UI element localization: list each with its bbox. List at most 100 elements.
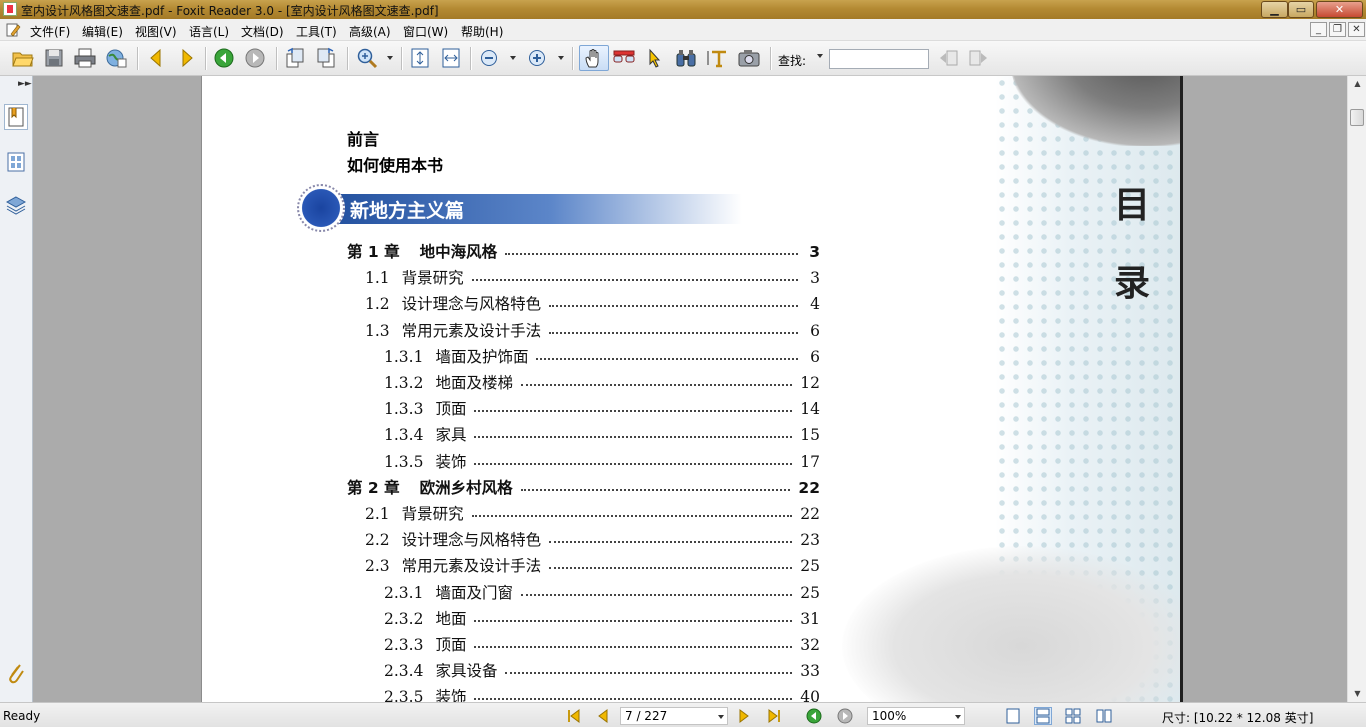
status-back-button[interactable] [805, 707, 823, 725]
status-text: Ready [3, 709, 41, 723]
menu-language[interactable]: 语言(L) [189, 23, 229, 40]
mdi-close-button[interactable]: ✕ [1348, 22, 1365, 37]
toc-entry-number: 2.3.1 [384, 583, 424, 602]
select-text-button[interactable] [611, 45, 637, 71]
toc-entry[interactable]: 第 1 章 地中海风格 3 [347, 240, 820, 262]
toc-entry-title: 装饰 [435, 452, 467, 471]
find-input[interactable] [829, 49, 929, 69]
previous-page-icon [598, 709, 608, 723]
window-title: 室内设计风格图文速查.pdf - Foxit Reader 3.0 - [室内设… [21, 4, 439, 18]
toc-how-to-use: 如何使用本书 [347, 156, 444, 175]
toc-entry-page: 17 [800, 452, 820, 471]
facing-continuous-button[interactable] [1064, 707, 1082, 725]
snapshot-button[interactable] [736, 45, 762, 71]
attachments-tab[interactable] [4, 660, 28, 686]
close-button[interactable]: ✕ [1316, 1, 1363, 18]
menu-tools[interactable]: 工具(T) [296, 23, 337, 40]
toc-entry[interactable]: 1.3.1 墙面及护饰面 6 [384, 345, 820, 367]
rotate-right-button[interactable] [313, 45, 339, 71]
previous-button[interactable] [143, 45, 169, 71]
bookmark-icon [8, 107, 24, 127]
find-tool-button[interactable] [673, 45, 699, 71]
cursor-arrow-icon [649, 48, 661, 68]
zoom-out-dropdown[interactable] [510, 56, 516, 60]
menu-help[interactable]: 帮助(H) [461, 23, 503, 40]
toc-entry-title: 装饰 [435, 688, 467, 702]
page-number-field[interactable]: 7 / 227 [620, 707, 728, 725]
vertical-scrollbar[interactable]: ▲ ▼ [1347, 76, 1366, 702]
toc-entry[interactable]: 1.1 背景研究 3 [365, 266, 820, 288]
menu-edit[interactable]: 编辑(E) [82, 23, 123, 40]
menu-window[interactable]: 窗口(W) [403, 23, 448, 40]
hand-tool-button[interactable] [579, 45, 609, 71]
minus-circle-icon [481, 50, 497, 66]
toc-entry[interactable]: 2.3 常用元素及设计手法 25 [365, 554, 820, 576]
bookmarks-tab[interactable] [4, 104, 28, 130]
toc-entry[interactable]: 2.3.2 地面 31 [384, 607, 820, 629]
web-button[interactable] [103, 45, 129, 71]
last-page-button[interactable] [765, 707, 783, 725]
open-button[interactable] [10, 45, 36, 71]
find-options-dropdown[interactable] [817, 54, 823, 58]
minimize-button[interactable]: ▁ [1261, 1, 1288, 18]
find-previous-button[interactable] [935, 45, 961, 71]
toc-entry[interactable]: 2.3.4 家具设备 33 [384, 659, 820, 681]
menu-file[interactable]: 文件(F) [30, 23, 70, 40]
toc-entry[interactable]: 1.3.2 地面及楼梯 12 [384, 371, 820, 393]
status-forward-button[interactable] [836, 707, 854, 725]
next-button[interactable] [174, 45, 200, 71]
toc-entry[interactable]: 1.3.5 装饰 17 [384, 450, 820, 472]
find-next-button[interactable] [966, 45, 992, 71]
rotate-left-button[interactable] [282, 45, 308, 71]
menu-advanced[interactable]: 高级(A) [349, 23, 391, 40]
toc-entry[interactable]: 2.3.3 顶面 32 [384, 633, 820, 655]
mdi-minimize-button[interactable]: _ [1310, 22, 1327, 37]
zoom-tool-button[interactable] [354, 45, 380, 71]
toc-entry-leader [474, 462, 793, 465]
document-viewer[interactable]: 目 录 前言 如何使用本书 新地方主义篇 第 1 章 地中海风格 3 1.1 背景研究 3… [34, 76, 1347, 702]
forward-circle-icon [245, 48, 265, 68]
toc-entry[interactable]: 第 2 章欧洲乡村风格 22 [347, 476, 820, 498]
typewriter-button[interactable] [705, 45, 731, 71]
menu-view[interactable]: 视图(V) [135, 23, 177, 40]
maximize-button[interactable]: ▭ [1288, 1, 1314, 18]
facing-page-button[interactable] [1095, 707, 1113, 725]
save-button[interactable] [41, 45, 67, 71]
scroll-up-icon[interactable]: ▲ [1348, 76, 1366, 92]
single-page-button[interactable] [1004, 707, 1022, 725]
zoom-in-button[interactable] [524, 45, 550, 71]
toc-entry[interactable]: 2.3.5 装饰 40 [384, 685, 820, 702]
fit-width-button[interactable] [438, 45, 464, 71]
page-number-dropdown[interactable] [718, 715, 724, 719]
layers-tab[interactable] [4, 192, 28, 218]
select-cursor-button[interactable] [642, 45, 668, 71]
toc-entry[interactable]: 1.3.3 顶面 14 [384, 397, 820, 419]
toc-entry[interactable]: 1.3 常用元素及设计手法 6 [365, 319, 820, 341]
side-title-char-2: 录 [1113, 262, 1150, 304]
menu-document[interactable]: 文档(D) [241, 23, 284, 40]
fit-page-button[interactable] [407, 45, 433, 71]
toc-entry[interactable]: 2.3.1 墙面及门窗 25 [384, 581, 820, 603]
toc-entry[interactable]: 1.2 设计理念与风格特色 4 [365, 292, 820, 314]
zoom-level-field[interactable]: 100% [867, 707, 965, 725]
zoom-tool-dropdown[interactable] [387, 56, 393, 60]
zoom-level-dropdown[interactable] [955, 715, 961, 719]
expand-panel-icon[interactable]: ►► [18, 79, 32, 89]
print-button[interactable] [72, 45, 98, 71]
zoom-out-button[interactable] [476, 45, 502, 71]
toc-entry[interactable]: 2.2 设计理念与风格特色 23 [365, 528, 820, 550]
continuous-page-button[interactable] [1034, 707, 1052, 725]
thumbnails-tab[interactable] [4, 149, 28, 175]
go-forward-button[interactable] [242, 45, 268, 71]
toc-entry[interactable]: 2.1 背景研究 22 [365, 502, 820, 524]
next-page-button[interactable] [735, 707, 753, 725]
go-back-button[interactable] [211, 45, 237, 71]
toc-entry-leader [520, 593, 793, 596]
first-page-button[interactable] [565, 707, 583, 725]
scroll-thumb[interactable] [1350, 109, 1364, 126]
zoom-in-dropdown[interactable] [558, 56, 564, 60]
toc-entry[interactable]: 1.3.4 家具 15 [384, 423, 820, 445]
mdi-restore-button[interactable]: ❐ [1329, 22, 1346, 37]
scroll-down-icon[interactable]: ▼ [1348, 686, 1366, 702]
previous-page-button[interactable] [594, 707, 612, 725]
